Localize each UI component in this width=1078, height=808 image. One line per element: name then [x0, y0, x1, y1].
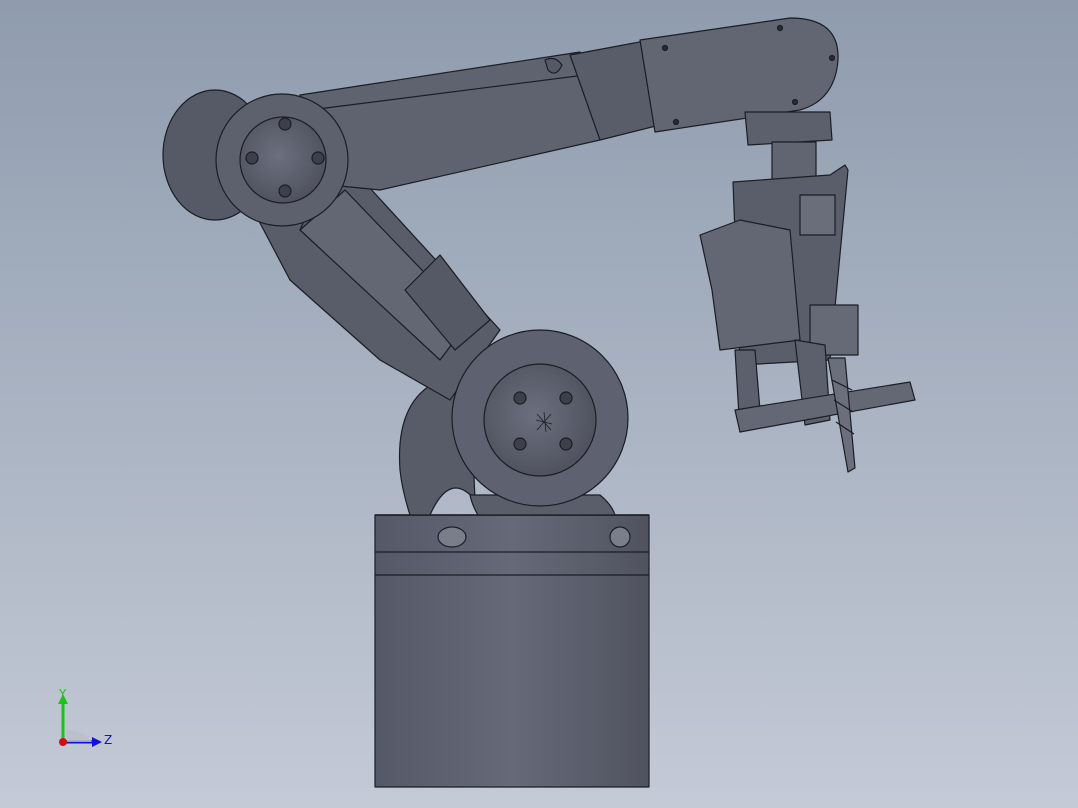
elbow-joint: [162, 89, 349, 227]
robot-arm-model[interactable]: [0, 0, 1078, 808]
base-cylinder: [374, 514, 650, 788]
upper-arm: [299, 17, 839, 191]
x-axis-dot: [59, 738, 67, 746]
triad-plane: [67, 730, 92, 742]
wrist-tool: [699, 111, 916, 473]
orientation-triad: Y Z: [58, 687, 112, 747]
graphics-viewport[interactable]: Y Z: [0, 0, 1078, 808]
y-axis-label: Y: [58, 687, 67, 701]
shoulder-joint: [451, 329, 629, 507]
z-axis-label: Z: [104, 733, 112, 747]
z-axis-head: [92, 737, 102, 747]
